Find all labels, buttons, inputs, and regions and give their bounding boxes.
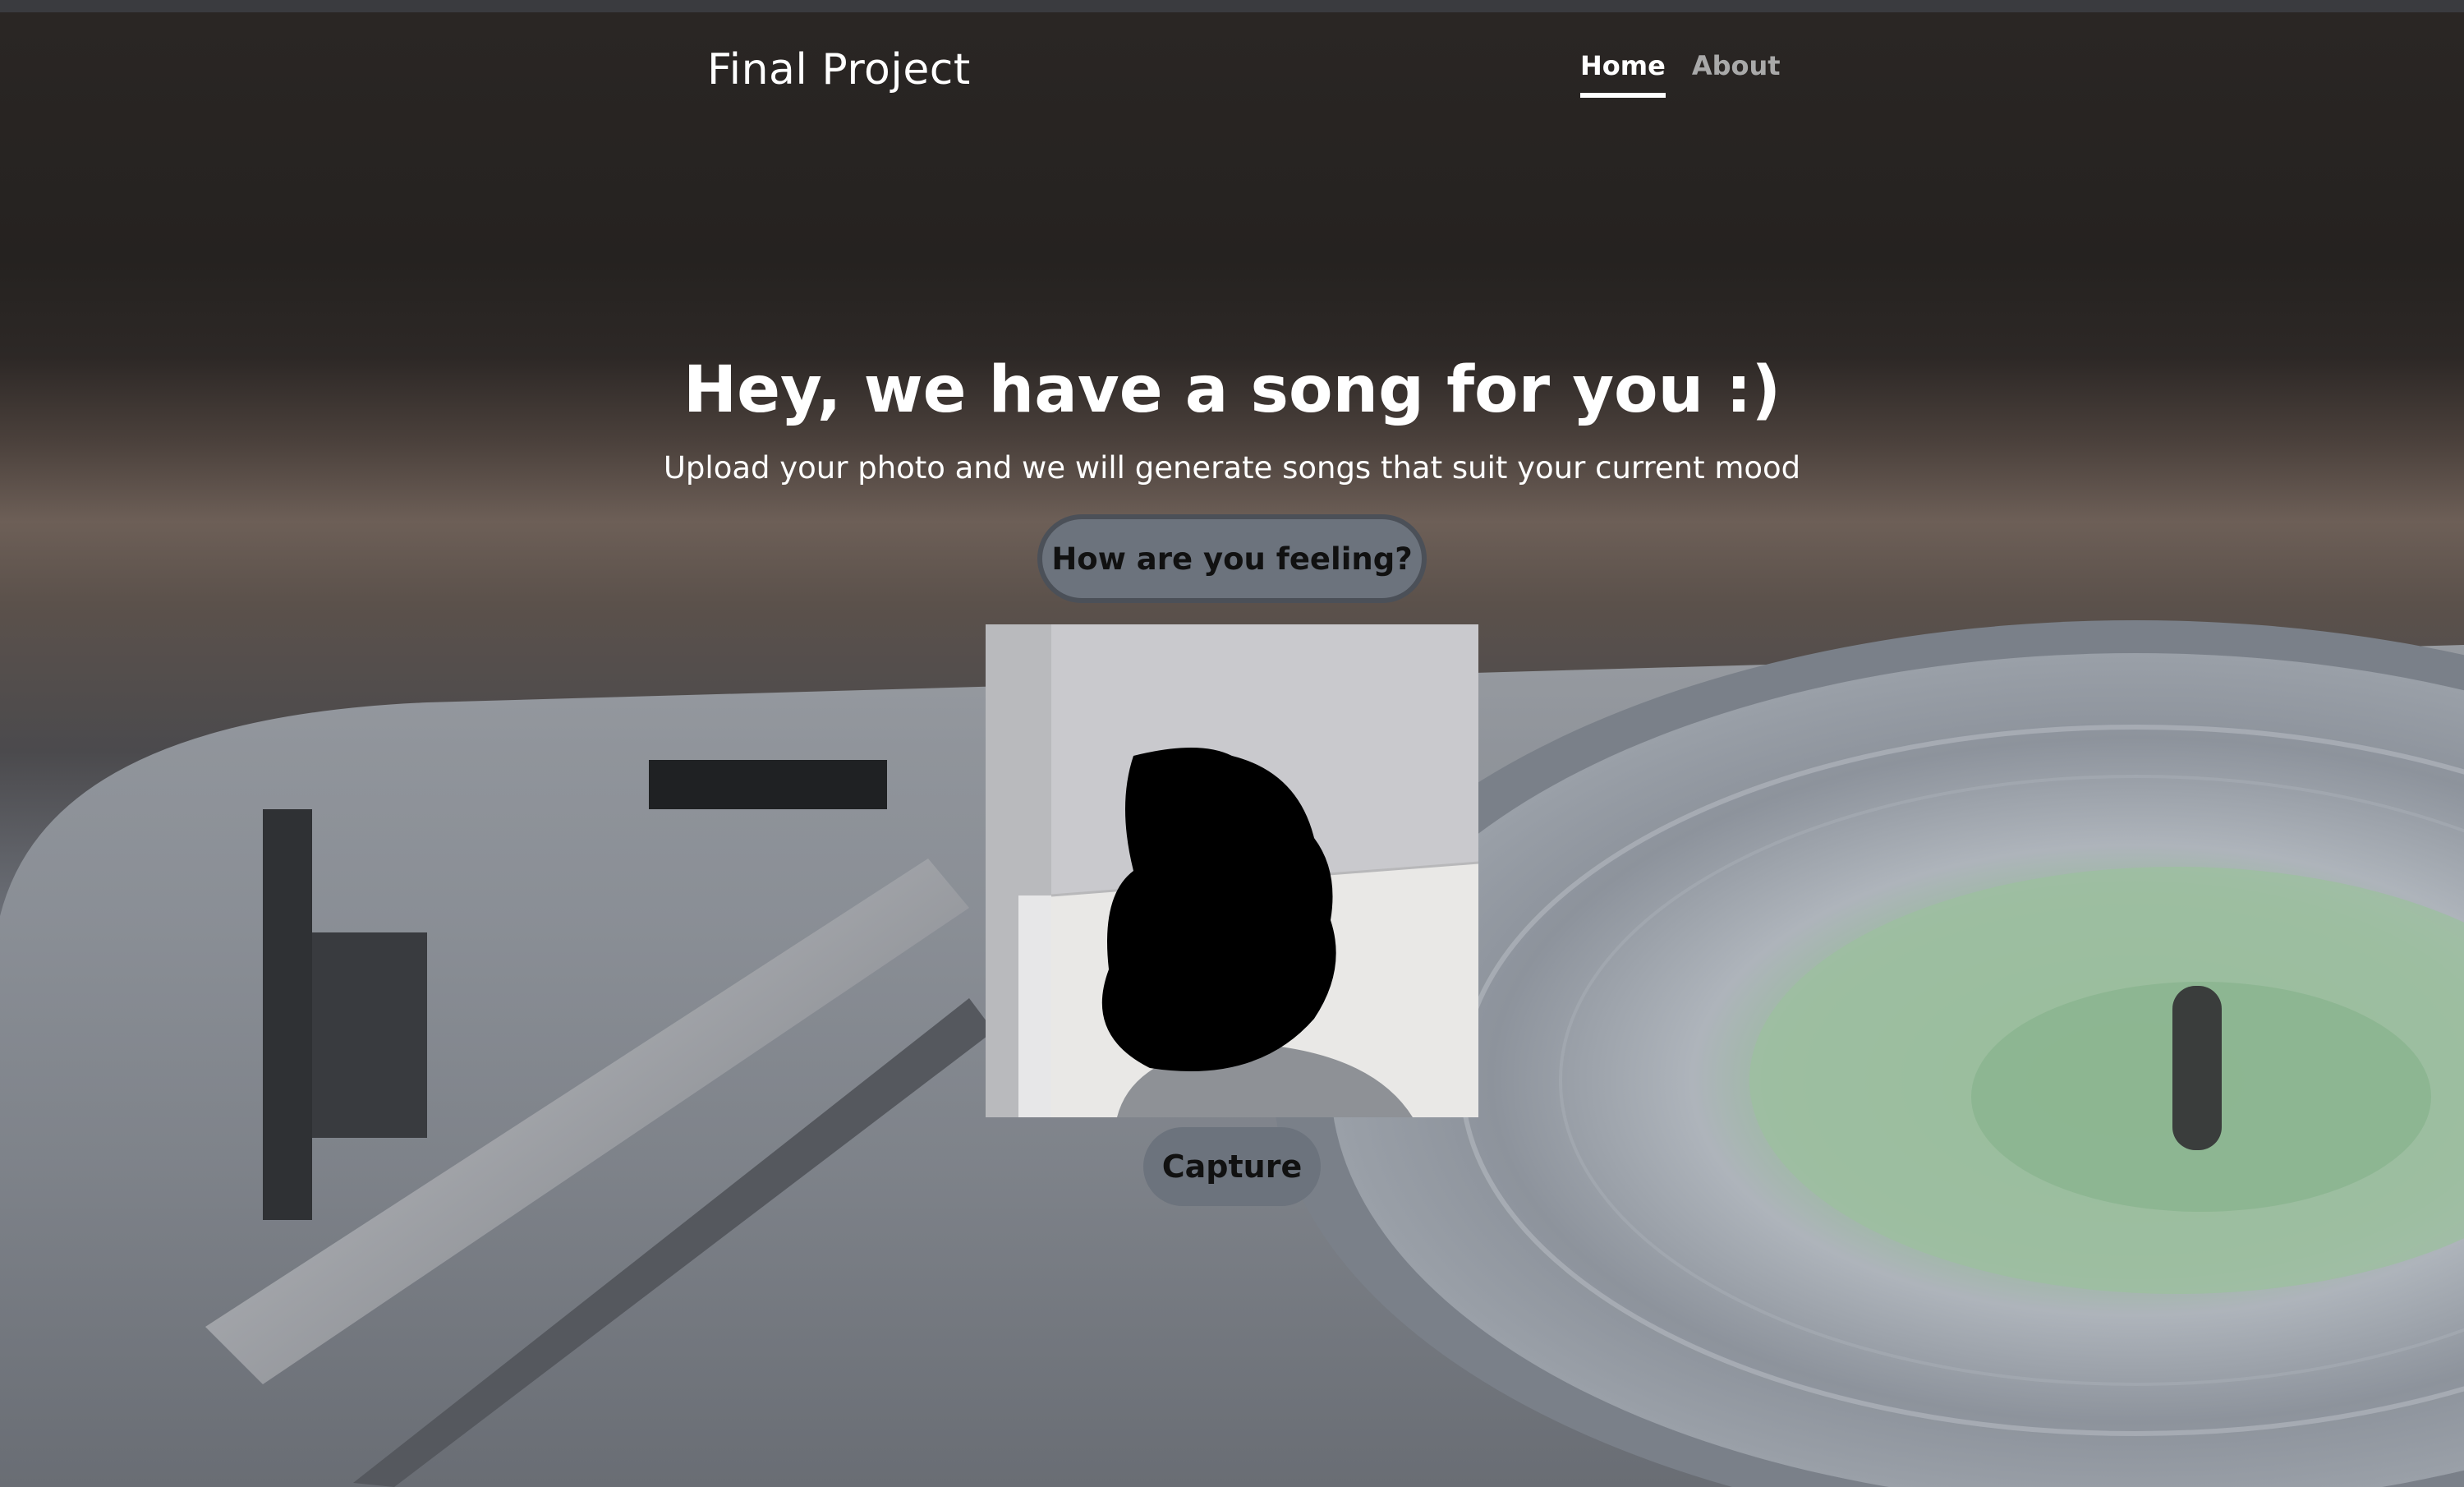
webcam-frame-image <box>986 624 1478 1117</box>
webcam-preview <box>986 624 1478 1117</box>
top-navigation: Final Project Home About <box>0 12 2464 111</box>
nav-link-about[interactable]: About <box>1692 50 1781 98</box>
nav-links: Home About <box>1580 50 1781 98</box>
capture-button[interactable]: Capture <box>1143 1127 1321 1206</box>
brand-title[interactable]: Final Project <box>707 45 971 94</box>
browser-top-strip <box>0 0 2464 12</box>
how-are-you-feeling-button[interactable]: How are you feeling? <box>1037 514 1427 603</box>
hero-title: Hey, we have a song for you :) <box>683 353 1781 427</box>
hero-subtitle: Upload your photo and we will generate s… <box>663 450 1801 486</box>
nav-link-home[interactable]: Home <box>1580 50 1666 98</box>
